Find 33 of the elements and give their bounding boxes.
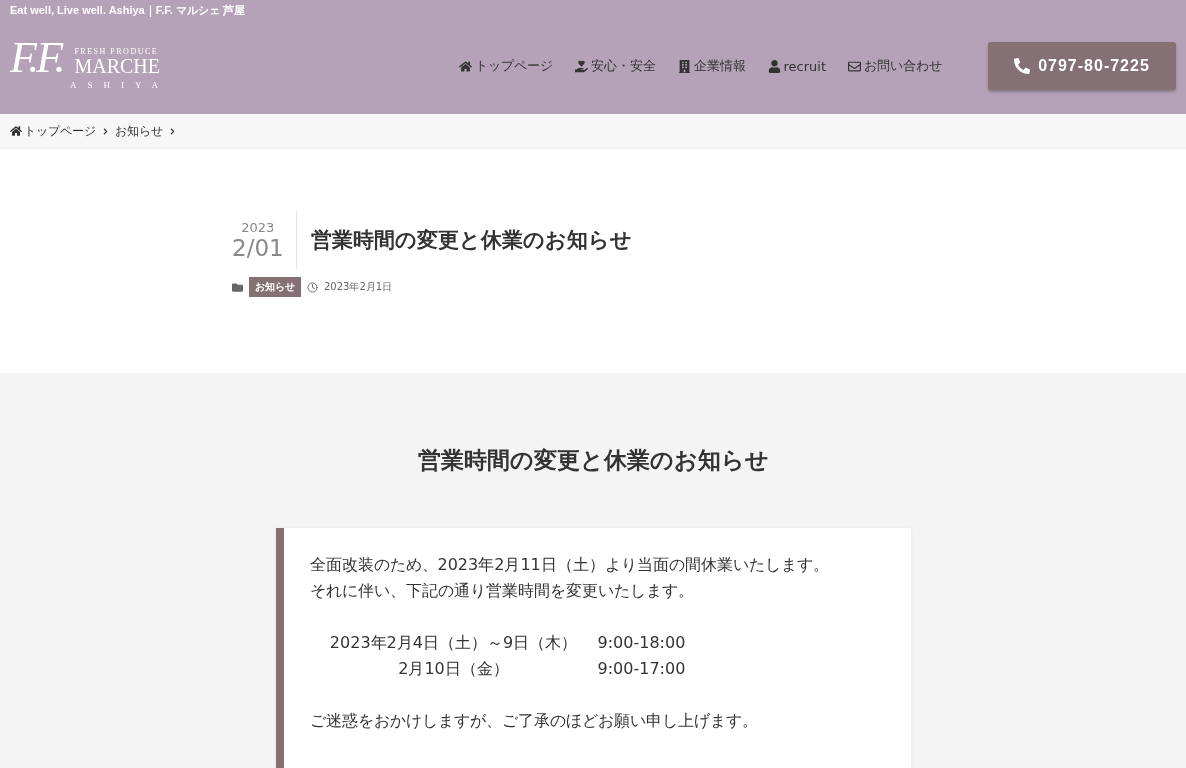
breadcrumb-link[interactable]: お知らせ [115,122,163,140]
home-icon [458,59,472,73]
nav-link[interactable]: お問い合わせ [848,57,942,75]
building-icon [677,59,691,73]
breadcrumb-link[interactable]: トップページ [10,122,96,140]
chevron-icon [102,127,109,135]
notice-text: 全面改装のため、2023年2月11日（土）より当面の間休業いたします。 [309,554,830,576]
clock-icon [307,281,318,293]
schedule-hours: 9:00-18:00 [597,632,687,654]
category-tag[interactable]: お知らせ [249,277,301,297]
post-day: 2/01 [232,234,284,261]
nav-link[interactable]: 企業情報 [677,57,746,75]
phone-button[interactable]: 0797-80-7225 [988,42,1176,90]
schedule-hours: 9:00-17:00 [597,658,687,680]
schedule-dates: 2月10日（金） [397,658,510,680]
notice-closing: ご迷惑をおかけしますが、ご了承のほどお願い申し上げます。 [309,710,759,732]
nav-link[interactable]: 安心・安全 [574,57,656,75]
schedule-dates: 2023年2月4日（土）～9日（木） [328,632,579,654]
tagline: Eat well, Live well. Ashiya｜F.F. マルシェ 芦屋 [10,3,246,18]
folder-icon [232,281,243,293]
nav-link[interactable]: トップページ [458,57,553,75]
post-title: 営業時間の変更と休業のお知らせ [310,227,632,254]
notice-text: それに伴い、下記の通り営業時間を変更いたします。 [309,580,695,602]
post-year: 2023 [241,219,275,235]
mail-icon [848,59,861,73]
content-heading: 営業時間の変更と休業のお知らせ [417,446,769,475]
phone-icon [1014,58,1031,74]
post-date: 2023年2月1日 [324,280,393,294]
user-icon [767,59,781,73]
hand-heart-icon [574,59,588,73]
home-icon [10,125,22,137]
chevron-icon [169,127,176,135]
nav-link[interactable]: recruit [767,58,826,74]
